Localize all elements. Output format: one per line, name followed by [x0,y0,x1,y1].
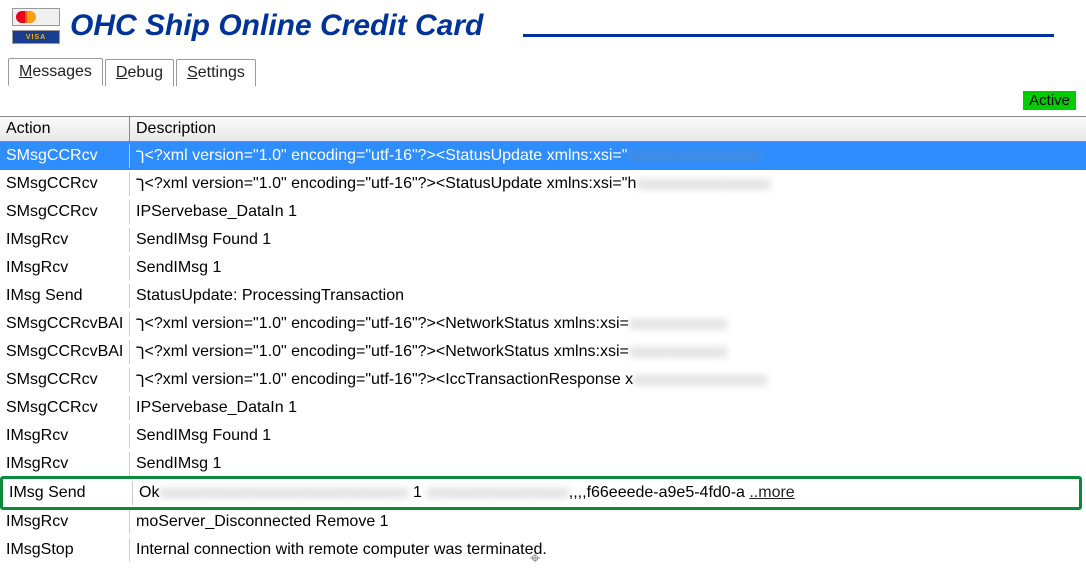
cell-description: SendIMsg 1 [130,256,1086,280]
table-row[interactable]: SMsgCCRcvך<?xml version="1.0" encoding="… [0,170,1086,198]
table-row[interactable]: IMsgRcvSendIMsg Found 1 [0,226,1086,254]
col-header-description[interactable]: Description [130,117,1086,141]
cell-description: Internal connection with remote computer… [130,538,1086,562]
cell-description: SendIMsg Found 1 [130,424,1086,448]
tab-debug[interactable]: Debug [105,59,174,86]
cell-action: SMsgCCRcvBAI [0,340,130,364]
app-header: VISA OHC Ship Online Credit Card [0,0,1086,52]
col-header-action[interactable]: Action [0,117,130,141]
cell-action: IMsgRcv [0,510,130,534]
more-link[interactable]: ..more [749,484,794,501]
table-row[interactable]: IMsgRcvmoServer_Disconnected Remove 1 [0,508,1086,536]
table-row[interactable]: SMsgCCRcvIPServebase_DataIn 1 [0,394,1086,422]
table-row[interactable]: SMsgCCRcvIPServebase_DataIn 1 [0,198,1086,226]
cell-description: ך<?xml version="1.0" encoding="utf-16"?>… [130,340,1086,364]
status-badge: Active [1023,91,1076,110]
cell-action: IMsgRcv [0,256,130,280]
tab-messages[interactable]: Messages [8,58,103,86]
table-row[interactable]: IMsg SendOkaaaaaaaaaaaaaaaaaaaaaaaaaaaa … [0,476,1082,510]
cell-action: SMsgCCRcv [0,144,130,168]
cursor-target-icon: ⌖ [530,548,540,569]
cell-action: SMsgCCRcv [0,368,130,392]
cell-action: IMsgRcv [0,424,130,448]
tab-settings[interactable]: Settings [176,59,256,86]
table-row[interactable]: IMsgRcvSendIMsg Found 1 [0,422,1086,450]
cell-action: SMsgCCRcv [0,396,130,420]
cell-description: Okaaaaaaaaaaaaaaaaaaaaaaaaaaaa 1 aaaaaaa… [133,481,1079,505]
cell-description: StatusUpdate: ProcessingTransaction [130,284,1086,308]
title-rule [523,34,1054,37]
mastercard-icon [16,11,36,23]
cell-description: SendIMsg Found 1 [130,228,1086,252]
cell-action: IMsgStop [0,538,130,562]
cell-action: IMsg Send [3,481,133,505]
table-row[interactable]: IMsg SendStatusUpdate: ProcessingTransac… [0,282,1086,310]
app-title: OHC Ship Online Credit Card [70,9,483,43]
message-grid: Action Description SMsgCCRcvך<?xml versi… [0,116,1086,564]
cell-description: ך<?xml version="1.0" encoding="utf-16"?>… [130,368,1086,392]
status-row: Active [0,87,1086,114]
grid-body: SMsgCCRcvך<?xml version="1.0" encoding="… [0,142,1086,564]
grid-header: Action Description [0,117,1086,142]
table-row[interactable]: SMsgCCRcvBAIך<?xml version="1.0" encodin… [0,310,1086,338]
cell-description: moServer_Disconnected Remove 1 [130,510,1086,534]
table-row[interactable]: IMsgStopInternal connection with remote … [0,536,1086,564]
cell-action: SMsgCCRcv [0,172,130,196]
cell-action: IMsgRcv [0,228,130,252]
cell-description: ך<?xml version="1.0" encoding="utf-16"?>… [130,172,1086,196]
cell-action: IMsg Send [0,284,130,308]
table-row[interactable]: SMsgCCRcvך<?xml version="1.0" encoding="… [0,366,1086,394]
cell-action: SMsgCCRcv [0,200,130,224]
cell-description: ך<?xml version="1.0" encoding="utf-16"?>… [130,144,1086,168]
cell-description: SendIMsg 1 [130,452,1086,476]
cell-action: SMsgCCRcvBAI [0,312,130,336]
cell-description: ך<?xml version="1.0" encoding="utf-16"?>… [130,312,1086,336]
table-row[interactable]: IMsgRcvSendIMsg 1 [0,254,1086,282]
visa-icon: VISA [12,30,60,44]
table-row[interactable]: SMsgCCRcvך<?xml version="1.0" encoding="… [0,142,1086,170]
cell-action: IMsgRcv [0,452,130,476]
app-logo: VISA [12,8,60,44]
cell-description: IPServebase_DataIn 1 [130,396,1086,420]
table-row[interactable]: IMsgRcvSendIMsg 1 [0,450,1086,478]
cell-description: IPServebase_DataIn 1 [130,200,1086,224]
table-row[interactable]: SMsgCCRcvBAIך<?xml version="1.0" encodin… [0,338,1086,366]
tab-strip: MessagesDebugSettings [0,52,1086,87]
